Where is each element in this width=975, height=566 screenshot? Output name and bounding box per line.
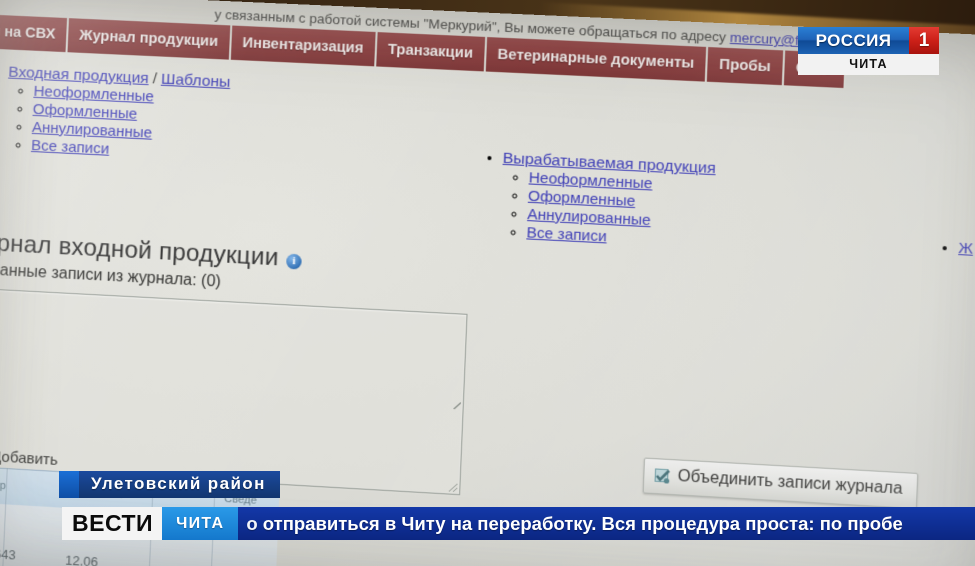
program-logo: ВЕСТИ (62, 507, 163, 540)
menu-tab-veterinary-documents[interactable]: Ветеринарные документы (485, 37, 709, 82)
ticker-lead: о (246, 512, 258, 534)
add-label[interactable]: Добавить (0, 448, 58, 469)
incoming-products-nav: Входная продукция/Шаблоны Неоформленные … (0, 62, 231, 165)
channel-number: 1 (909, 27, 939, 54)
location-accent-square (59, 471, 79, 498)
ticker-text: о отправиться в Читу на переработку. Вся… (238, 507, 975, 540)
merge-journal-records-button[interactable]: Объединить записи журнала (642, 457, 918, 510)
location-banner: Улетовский район (59, 471, 280, 498)
channel-logo: РОССИЯ 1 ЧИТА (798, 27, 939, 75)
merge-button-label: Объединить записи журнала (677, 467, 903, 498)
menu-tab-transactions[interactable]: Транзакции (375, 32, 487, 72)
menu-tab-product-journal[interactable]: Журнал продукции (67, 18, 233, 60)
link-templates[interactable]: Шаблоны (161, 71, 231, 91)
nav-left-root-item: Входная продукция/Шаблоны Неоформленные … (5, 64, 231, 165)
checkmark-icon (654, 468, 670, 484)
location-label: Улетовский район (79, 471, 280, 498)
textarea-resize-handle[interactable] (448, 483, 458, 492)
ticker-body: отправиться в Читу на переработку. Вся п… (262, 512, 903, 534)
link-far-right-root[interactable]: Ж (958, 240, 973, 258)
menu-tab-inventory[interactable]: Инвентаризация (230, 25, 378, 67)
nav-separator: / (152, 70, 158, 88)
far-right-nav: Ж (931, 238, 973, 260)
cell-date: 12.06 (64, 552, 99, 566)
broadcast-frame: у связанным с работой системы "Меркурий"… (0, 0, 975, 566)
produced-products-nav: Вырабатываемая продукция Неоформленные О… (473, 148, 716, 253)
selected-records-textarea[interactable] (0, 287, 468, 496)
news-ticker: ВЕСТИ ЧИТА о отправиться в Читу на перер… (62, 507, 975, 540)
info-icon[interactable]: i (286, 253, 303, 270)
nav-right-root-item: Вырабатываемая продукция Неоформленные О… (499, 150, 716, 252)
channel-name: РОССИЯ (798, 27, 909, 54)
menu-tab-samples[interactable]: Пробы (707, 47, 785, 86)
list-item: Ж (958, 240, 973, 259)
menu-tab-svh[interactable]: рузы на СВХ (0, 12, 70, 53)
textarea-scroll-marker (453, 401, 461, 410)
channel-city: ЧИТА (798, 54, 939, 75)
link-all-records-incoming[interactable]: Все записи (31, 137, 110, 158)
program-city: ЧИТА (162, 507, 239, 540)
link-all-records-produced[interactable]: Все записи (526, 224, 607, 245)
